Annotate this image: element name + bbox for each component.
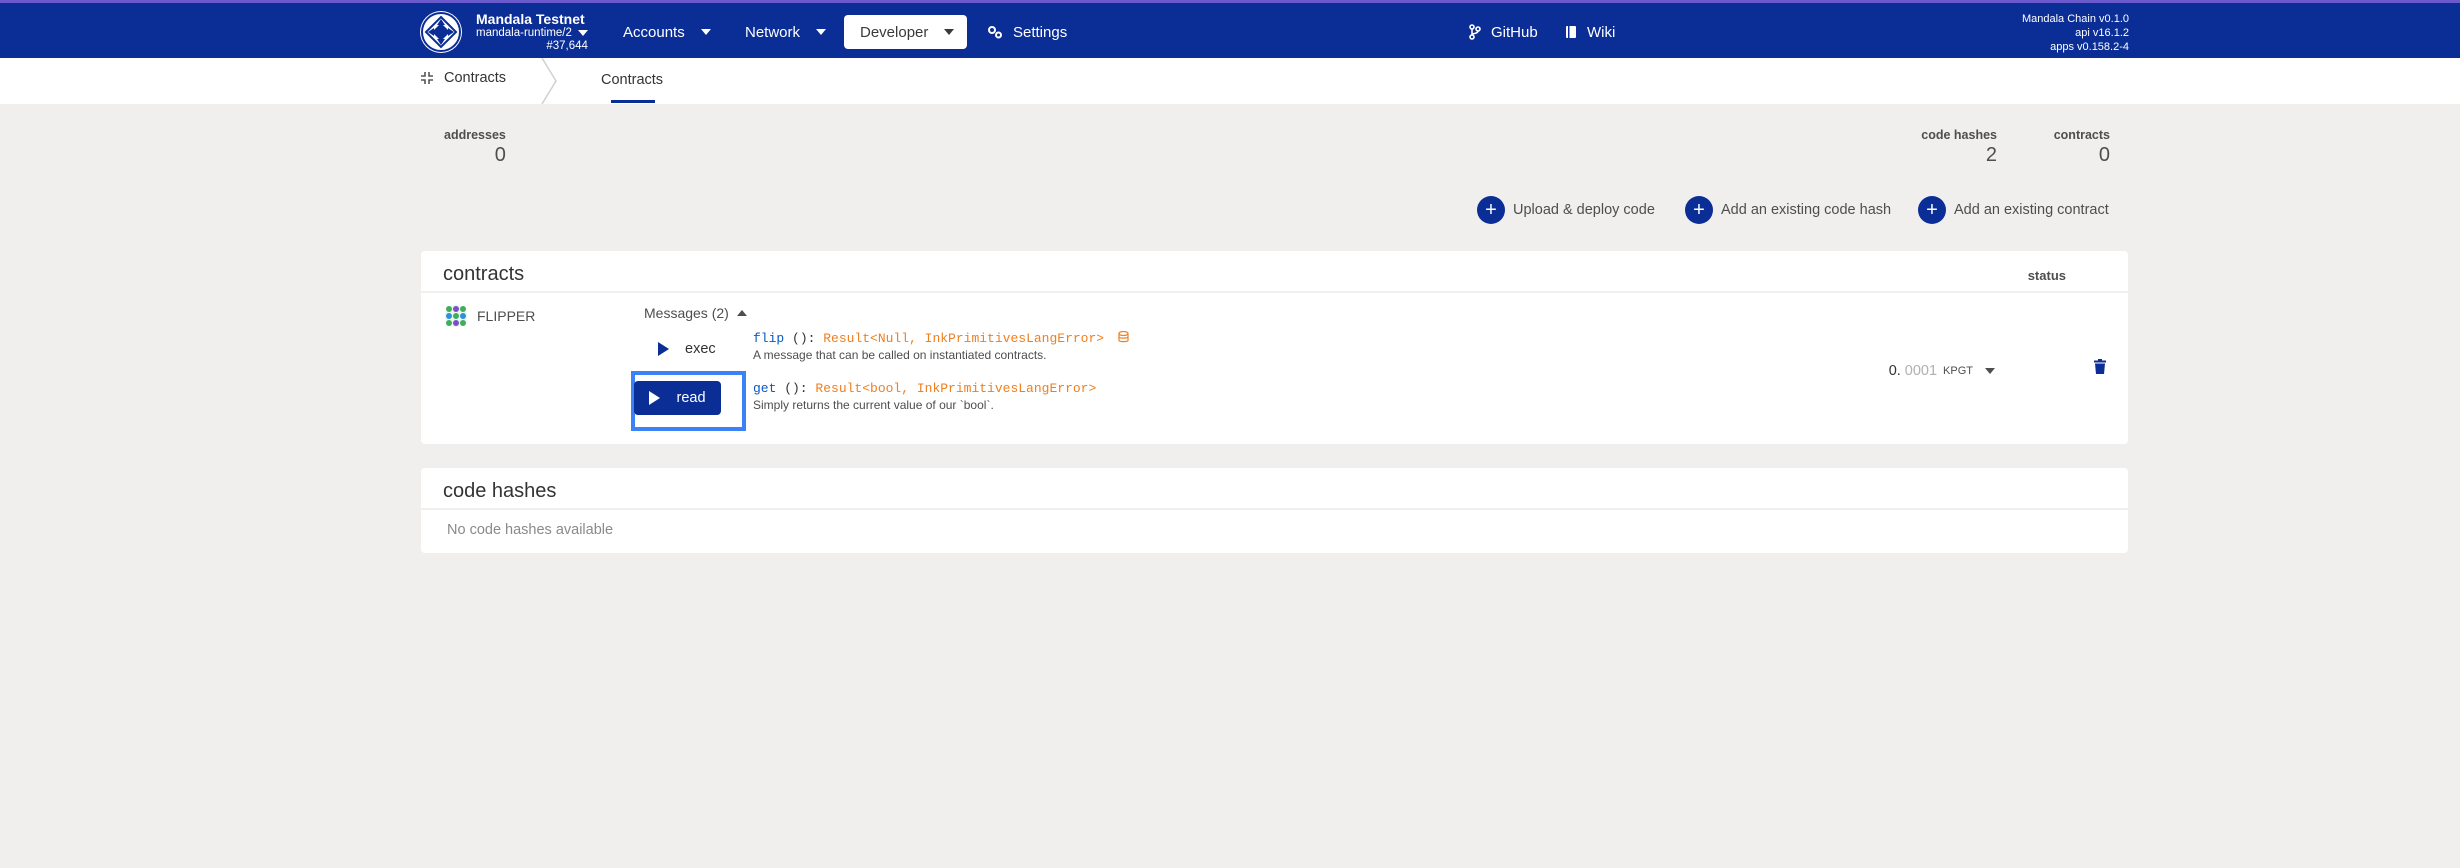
top-navbar: Mandala Testnet mandala-runtime/2 #37,64… <box>0 0 2460 58</box>
messages-toggle-label: Messages (2) <box>644 305 729 321</box>
nav-settings-label: Settings <box>1013 23 1068 41</box>
nav-wiki-label: Wiki <box>1587 23 1616 41</box>
nav-accounts[interactable]: Accounts <box>607 15 727 49</box>
balance-integer: 0. <box>1888 363 1901 379</box>
nav-settings[interactable]: Settings <box>971 15 1083 49</box>
stat-code-hashes-label: code hashes <box>1921 128 1997 142</box>
nav-developer[interactable]: Developer <box>844 15 967 49</box>
message-name: get <box>753 381 777 396</box>
best-block: #37,644 <box>546 40 588 53</box>
tab-active-indicator <box>611 100 655 103</box>
message-params: (): <box>784 331 824 346</box>
nav-github-label: GitHub <box>1491 23 1538 41</box>
balance-unit: KPGT <box>1943 365 1973 377</box>
chain-selector[interactable]: Mandala Testnet mandala-runtime/2 #37,64… <box>420 7 588 57</box>
code-hashes-title: code hashes <box>443 480 557 502</box>
breadcrumb-separator <box>541 58 557 104</box>
chevron-up-icon <box>736 310 747 316</box>
subnav-home[interactable]: Contracts <box>420 70 506 86</box>
plus-icon: + <box>1477 196 1505 224</box>
plus-icon: + <box>1918 196 1946 224</box>
trash-icon[interactable] <box>2094 359 2106 374</box>
chevron-down-icon <box>577 30 588 37</box>
nav-network[interactable]: Network <box>729 15 842 49</box>
nav-network-label: Network <box>745 23 801 41</box>
database-icon <box>1118 330 1129 343</box>
chevron-down-icon <box>700 29 711 35</box>
chevron-down-icon <box>1985 368 1995 374</box>
message-params: (): <box>776 381 816 396</box>
message-signature: flip (): Result<Null, InkPrimitivesLangE… <box>753 330 1129 346</box>
chain-logo-icon <box>420 11 462 53</box>
play-icon <box>658 342 669 356</box>
contract-name: FLIPPER <box>477 308 536 324</box>
add-contract-button[interactable]: + Add an existing contract <box>1918 196 2109 224</box>
api-version: api v16.1.2 <box>2075 27 2129 39</box>
contract-address[interactable]: FLIPPER <box>445 305 535 327</box>
exec-button-label: exec <box>685 341 716 357</box>
branch-icon <box>1469 24 1481 40</box>
upload-deploy-label: Upload & deploy code <box>1513 202 1655 218</box>
balance-decimal: 0001 <box>1904 363 1938 379</box>
book-icon <box>1566 26 1576 38</box>
code-hashes-table: code hashes No code hashes available <box>421 468 2128 553</box>
stat-contracts-value: 0 <box>2098 144 2110 166</box>
stat-addresses-label: addresses <box>444 128 506 142</box>
stat-code-hashes-value: 2 <box>1985 144 1997 166</box>
compress-icon <box>421 72 433 84</box>
chevron-down-icon <box>944 29 955 35</box>
chevron-down-icon <box>816 29 827 35</box>
read-button-label: read <box>676 390 706 406</box>
message-return-type: Result<bool, InkPrimitivesLangError> <box>815 381 1097 396</box>
contract-balance[interactable]: 0. 0001 KPGT <box>1889 363 1995 379</box>
contracts-table: contracts status FLIPPER Messages (2) ex… <box>421 251 2128 444</box>
version-info: Mandala Chain v0.1.0 api v16.1.2 apps v0… <box>2022 12 2129 54</box>
subnav-home-label: Contracts <box>444 70 507 86</box>
message-signature: get (): Result<bool, InkPrimitivesLangEr… <box>753 381 1096 396</box>
empty-message: No code hashes available <box>447 522 614 538</box>
runtime-version: mandala-runtime/2 <box>476 26 572 39</box>
add-code-hash-button[interactable]: + Add an existing code hash <box>1685 196 1891 224</box>
stat-contracts-label: contracts <box>2053 128 2110 142</box>
sub-navbar: Contracts Contracts <box>0 58 2460 104</box>
message-doc: Simply returns the current value of our … <box>753 398 994 412</box>
messages-toggle[interactable]: Messages (2) <box>644 305 747 321</box>
upload-deploy-button[interactable]: + Upload & deploy code <box>1477 196 1655 224</box>
message-return-type: Result<Null, InkPrimitivesLangError> <box>823 331 1105 346</box>
code-hashes-table-header: code hashes <box>421 468 2128 510</box>
message-doc: A message that can be called on instanti… <box>753 348 1047 362</box>
play-icon <box>649 391 661 405</box>
nav-github[interactable]: GitHub <box>1453 15 1554 49</box>
apps-version: apps v0.158.2-4 <box>2050 41 2129 53</box>
list-item: No code hashes available <box>421 510 2128 550</box>
status-column-header: status <box>2027 268 2066 283</box>
chain-name: Mandala Testnet <box>476 10 585 27</box>
stat-addresses: addresses 0 <box>444 128 506 167</box>
nav-accounts-label: Accounts <box>623 23 685 41</box>
contracts-title: contracts <box>443 263 525 285</box>
gear-icon <box>988 26 1002 39</box>
identicon-icon <box>445 305 467 327</box>
table-row: FLIPPER Messages (2) exec flip (): Resul… <box>421 293 2128 443</box>
tab-contracts[interactable]: Contracts <box>601 72 663 88</box>
add-code-hash-label: Add an existing code hash <box>1721 202 1892 218</box>
chain-version: Mandala Chain v0.1.0 <box>2021 13 2129 25</box>
exec-button[interactable]: exec <box>658 341 716 357</box>
nav-developer-label: Developer <box>860 23 929 41</box>
read-button[interactable]: read <box>634 381 721 415</box>
nav-wiki[interactable]: Wiki <box>1549 15 1631 49</box>
plus-icon: + <box>1685 196 1713 224</box>
contracts-table-header: contracts status <box>421 251 2128 293</box>
stat-contracts: contracts 0 <box>2054 128 2110 167</box>
add-contract-label: Add an existing contract <box>1954 202 2109 218</box>
message-name: flip <box>753 331 785 346</box>
stat-code-hashes: code hashes 2 <box>1921 128 1997 167</box>
stat-addresses-value: 0 <box>494 144 506 166</box>
